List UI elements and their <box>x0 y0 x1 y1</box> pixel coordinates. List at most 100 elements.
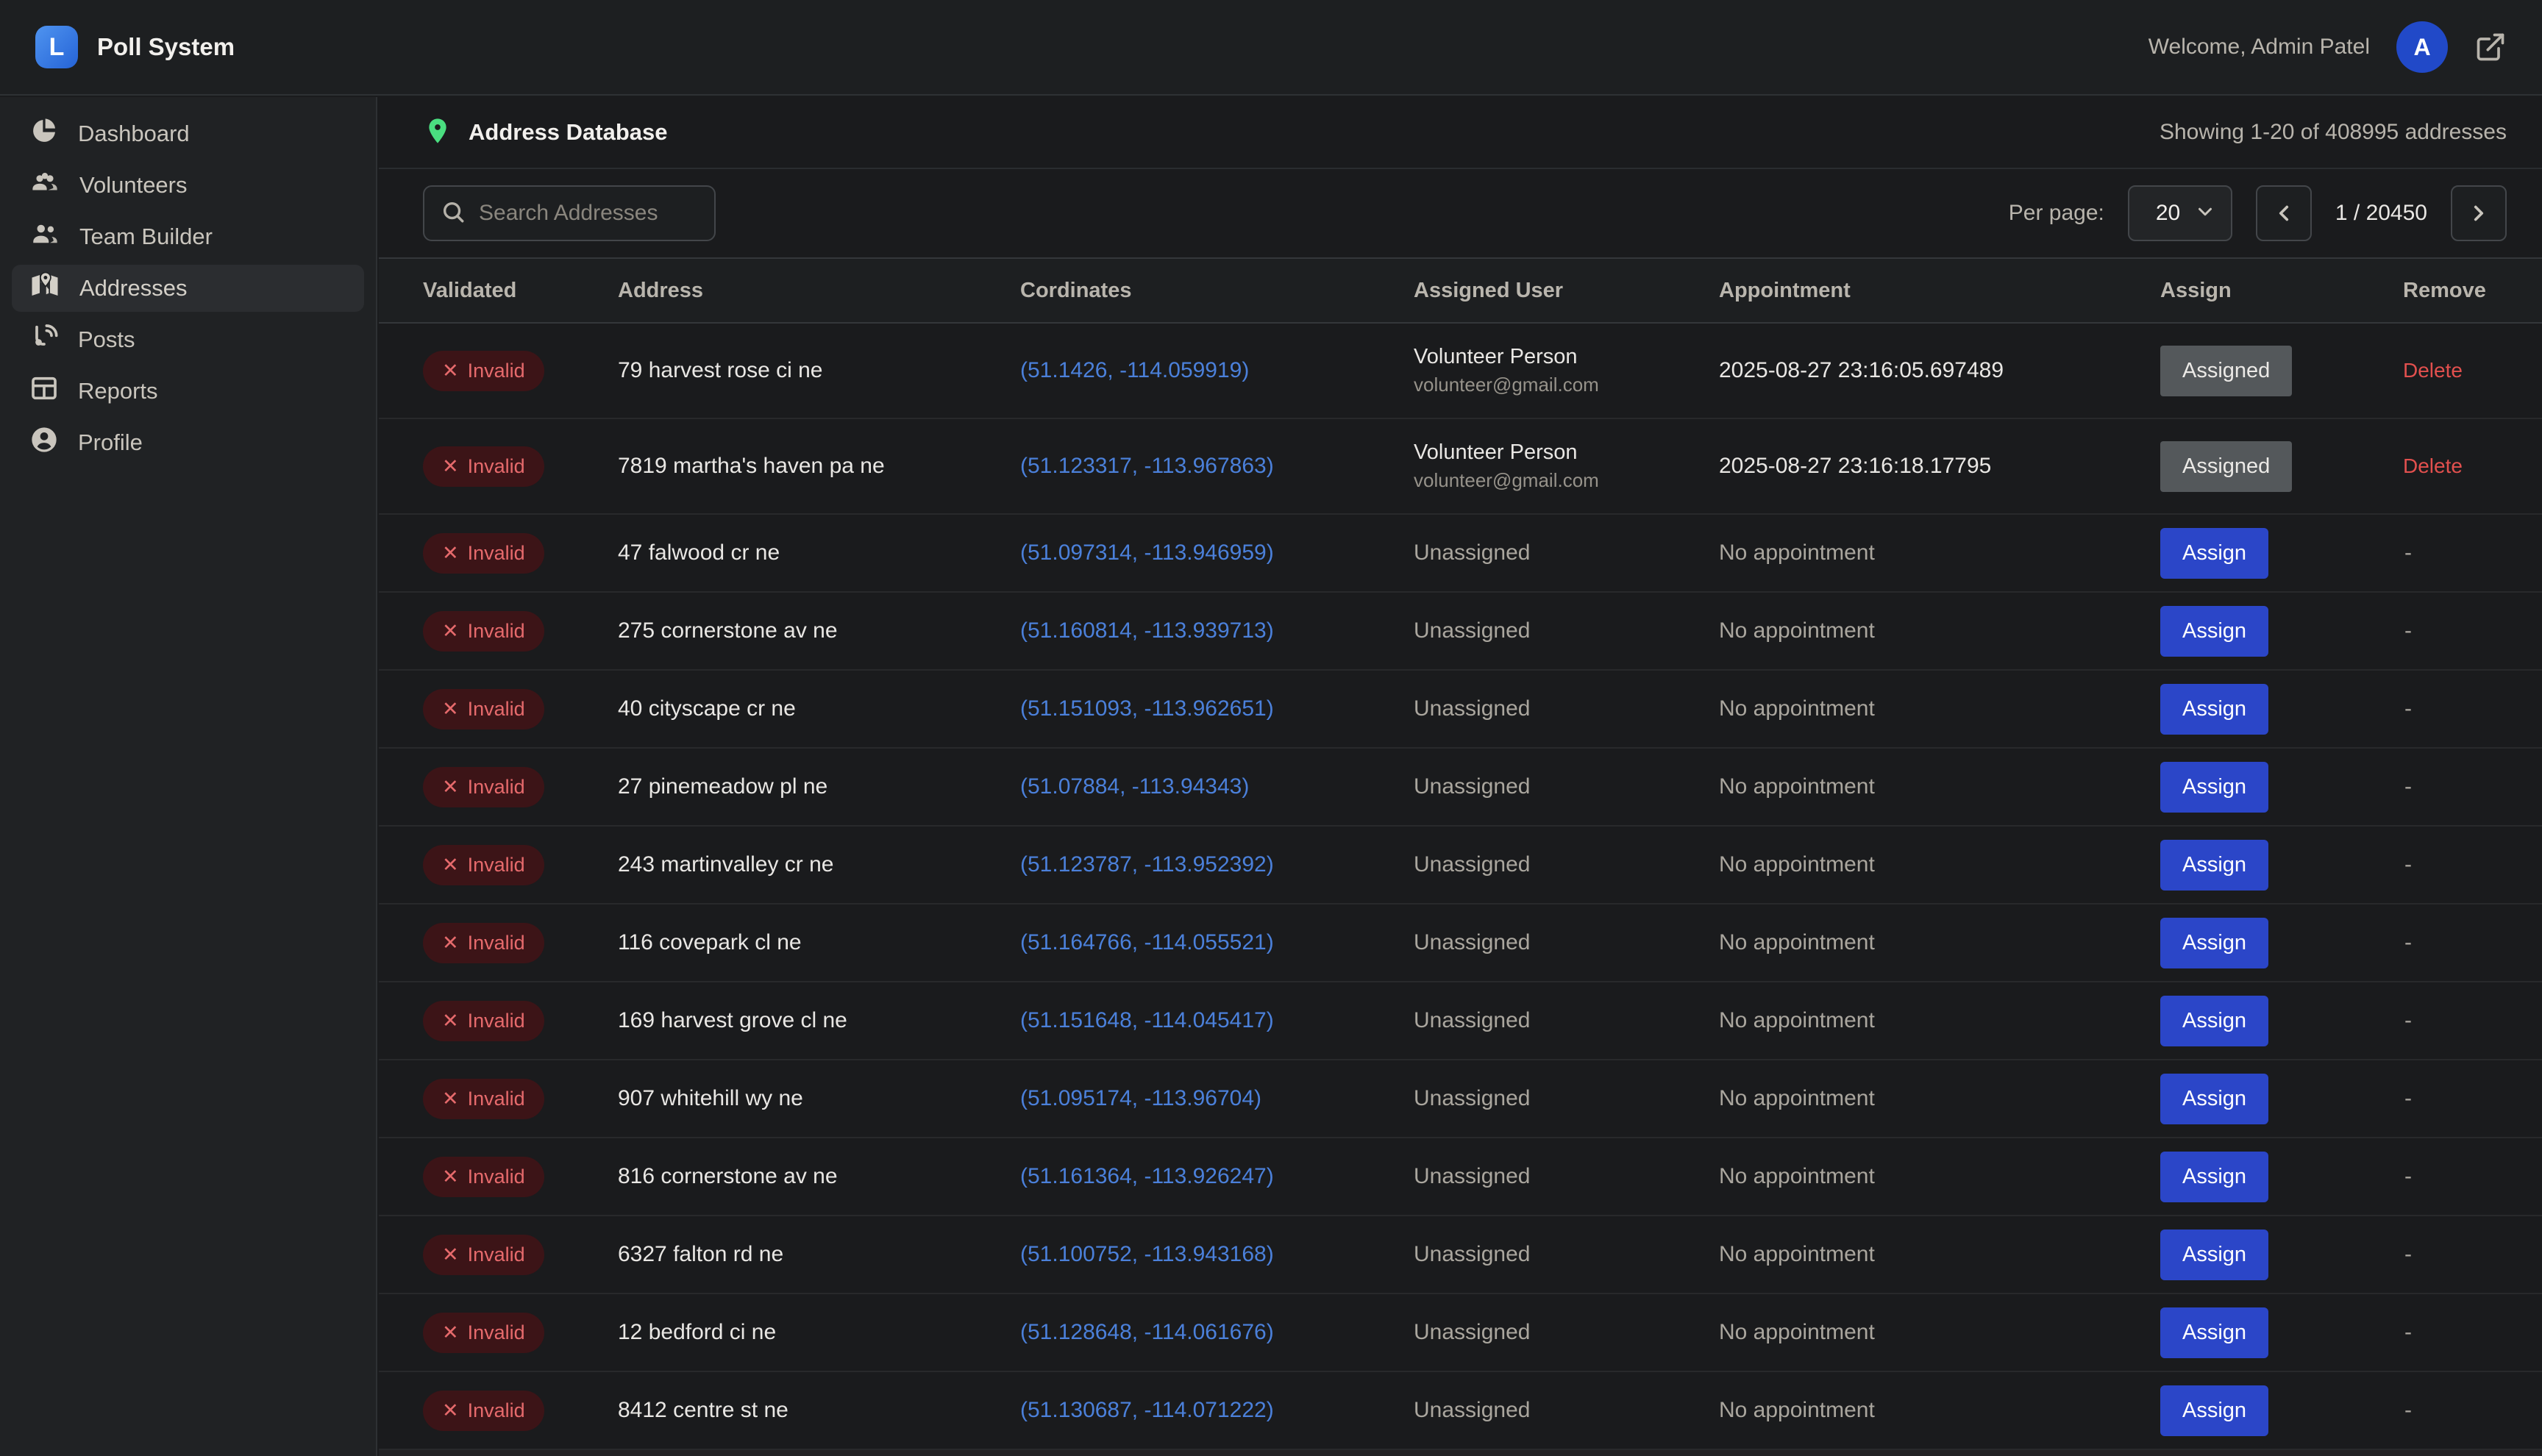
page-title: Address Database <box>469 119 668 146</box>
assigned-user-cell: Unassigned <box>1414 1086 1719 1111</box>
assign-button[interactable]: Assign <box>2160 1230 2268 1280</box>
assign-cell: Assign <box>2160 918 2403 968</box>
per-page-select[interactable]: 20 <box>2128 185 2232 241</box>
assign-button[interactable]: Assign <box>2160 1152 2268 1202</box>
assign-button[interactable]: Assigned <box>2160 441 2292 492</box>
x-icon: ✕ <box>442 776 459 799</box>
sidebar-item-addresses[interactable]: Addresses <box>12 265 364 312</box>
sidebar-item-label: Dashboard <box>78 121 190 147</box>
x-icon: ✕ <box>442 698 459 721</box>
remove-cell: - <box>2403 696 2542 721</box>
coordinates-link[interactable]: (51.1426, -114.059919) <box>1020 358 1249 382</box>
sidebar-item-profile[interactable]: Profile <box>12 419 364 466</box>
coordinates-link[interactable]: (51.164766, -114.055521) <box>1020 930 1274 954</box>
assigned-user-cell: Volunteer Person volunteer@gmail.com <box>1414 345 1719 396</box>
table-row: ✕ Invalid 169 harvest grove cl ne (51.15… <box>379 982 2542 1060</box>
assign-button[interactable]: Assigned <box>2160 346 2292 396</box>
sidebar-item-posts[interactable]: Posts <box>12 316 364 363</box>
sidebar-item-team-builder[interactable]: Team Builder <box>12 213 364 260</box>
assign-button[interactable]: Assign <box>2160 606 2268 657</box>
person-circle-icon <box>29 425 59 460</box>
x-icon: ✕ <box>442 455 459 478</box>
coordinates-link[interactable]: (51.100752, -113.943168) <box>1020 1242 1274 1266</box>
address-cell: 79 harvest rose ci ne <box>618 358 1020 383</box>
avatar[interactable]: A <box>2396 21 2448 73</box>
coordinates-link[interactable]: (51.095174, -113.96704) <box>1020 1086 1261 1110</box>
table-row: ✕ Invalid 12 bedford ci ne (51.128648, -… <box>379 1294 2542 1372</box>
coordinates-cell: (51.123787, -113.952392) <box>1020 852 1414 877</box>
assign-button[interactable]: Assign <box>2160 1074 2268 1124</box>
invalid-badge: ✕ Invalid <box>423 923 544 963</box>
no-remove-dash: - <box>2403 1398 2412 1422</box>
app-logo: L <box>35 26 78 68</box>
remove-cell: Delete <box>2403 359 2542 382</box>
appointment-cell: No appointment <box>1719 930 2160 955</box>
validated-label: Invalid <box>468 1399 525 1422</box>
table-row: ✕ Invalid 243 martinvalley cr ne (51.123… <box>379 827 2542 904</box>
appointment-cell: No appointment <box>1719 540 2160 565</box>
next-page-button[interactable] <box>2451 185 2507 241</box>
assign-button[interactable]: Assign <box>2160 840 2268 891</box>
remove-cell: - <box>2403 1008 2542 1033</box>
coordinates-link[interactable]: (51.161364, -113.926247) <box>1020 1164 1274 1188</box>
assign-button[interactable]: Assign <box>2160 1307 2268 1358</box>
unassigned-label: Unassigned <box>1414 1242 1530 1266</box>
coordinates-cell: (51.097314, -113.946959) <box>1020 540 1414 565</box>
table-body: ✕ Invalid 79 harvest rose ci ne (51.1426… <box>379 324 2542 1450</box>
appointment-cell: No appointment <box>1719 1008 2160 1033</box>
per-page-value: 20 <box>2156 201 2180 226</box>
coordinates-cell: (51.100752, -113.943168) <box>1020 1242 1414 1267</box>
search-icon <box>441 199 466 228</box>
coordinates-link[interactable]: (51.097314, -113.946959) <box>1020 540 1274 565</box>
no-remove-dash: - <box>2403 852 2412 877</box>
address-cell: 8412 centre st ne <box>618 1398 1020 1423</box>
assign-cell: Assign <box>2160 762 2403 813</box>
unassigned-label: Unassigned <box>1414 1398 1530 1422</box>
coordinates-link[interactable]: (51.123317, -113.967863) <box>1020 454 1274 478</box>
validated-label: Invalid <box>468 854 525 877</box>
coordinates-link[interactable]: (51.130687, -114.071222) <box>1020 1398 1274 1422</box>
invalid-badge: ✕ Invalid <box>423 1235 544 1275</box>
toolbar: Per page: 20 1 / 20450 <box>379 169 2542 257</box>
coordinates-link[interactable]: (51.151648, -114.045417) <box>1020 1008 1274 1032</box>
search-input[interactable] <box>479 201 698 226</box>
validated-label: Invalid <box>468 776 525 799</box>
no-remove-dash: - <box>2403 1242 2412 1266</box>
assign-button[interactable]: Assign <box>2160 684 2268 735</box>
assign-button[interactable]: Assign <box>2160 918 2268 968</box>
coordinates-link[interactable]: (51.160814, -113.939713) <box>1020 618 1274 643</box>
coordinates-cell: (51.123317, -113.967863) <box>1020 454 1414 479</box>
delete-button[interactable]: Delete <box>2403 454 2463 478</box>
column-header-appointment: Appointment <box>1719 279 2160 303</box>
coordinates-link[interactable]: (51.151093, -113.962651) <box>1020 696 1274 721</box>
sidebar-item-reports[interactable]: Reports <box>12 368 364 415</box>
remove-cell: - <box>2403 1242 2542 1267</box>
prev-page-button[interactable] <box>2256 185 2312 241</box>
sidebar-item-volunteers[interactable]: Volunteers <box>12 162 364 209</box>
remove-cell: - <box>2403 1398 2542 1423</box>
assigned-user-cell: Unassigned <box>1414 1008 1719 1033</box>
pagination: Per page: 20 1 / 20450 <box>2009 185 2507 241</box>
logout-external-link-icon[interactable] <box>2474 31 2507 63</box>
x-icon: ✕ <box>442 1399 459 1422</box>
unassigned-label: Unassigned <box>1414 930 1530 954</box>
remove-cell: - <box>2403 540 2542 565</box>
assign-button[interactable]: Assign <box>2160 762 2268 813</box>
coordinates-link[interactable]: (51.07884, -113.94343) <box>1020 774 1249 799</box>
sidebar-item-dashboard[interactable]: Dashboard <box>12 110 364 157</box>
validated-cell: ✕ Invalid <box>423 923 618 963</box>
invalid-badge: ✕ Invalid <box>423 1313 544 1353</box>
coordinates-link[interactable]: (51.123787, -113.952392) <box>1020 852 1274 877</box>
assign-button[interactable]: Assign <box>2160 528 2268 579</box>
validated-cell: ✕ Invalid <box>423 351 618 391</box>
table-row: ✕ Invalid 27 pinemeadow pl ne (51.07884,… <box>379 749 2542 827</box>
assign-button[interactable]: Assign <box>2160 996 2268 1046</box>
appointment-cell: No appointment <box>1719 618 2160 643</box>
delete-button[interactable]: Delete <box>2403 359 2463 382</box>
assign-button[interactable]: Assign <box>2160 1385 2268 1436</box>
table-row: ✕ Invalid 907 whitehill wy ne (51.095174… <box>379 1060 2542 1138</box>
column-header-address: Address <box>618 279 1020 303</box>
coordinates-link[interactable]: (51.128648, -114.061676) <box>1020 1320 1274 1344</box>
coordinates-cell: (51.128648, -114.061676) <box>1020 1320 1414 1345</box>
validated-label: Invalid <box>468 455 525 478</box>
